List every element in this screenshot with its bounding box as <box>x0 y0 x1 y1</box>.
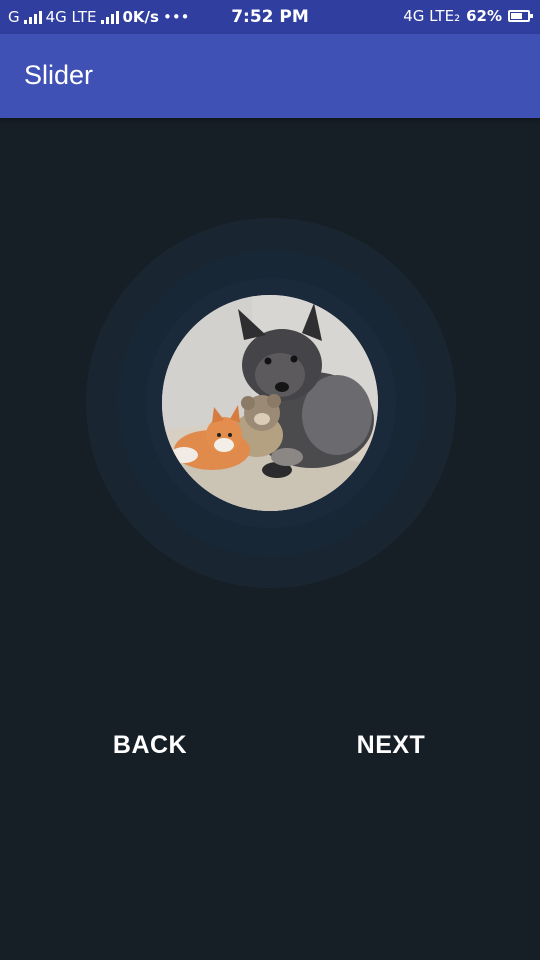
battery-icon <box>508 10 533 22</box>
page-title: Slider <box>24 60 94 90</box>
status-bar: G 4G LTE 0K/s ••• 7:52 PM 4G LTE₂ 62% <box>0 0 540 34</box>
network-label: 4G LTE₂ <box>403 7 461 25</box>
status-right: 4G LTE₂ 62% <box>403 7 533 25</box>
next-button[interactable]: NEXT <box>322 712 460 778</box>
dog-photo <box>162 295 378 511</box>
back-button[interactable]: BACK <box>80 712 220 778</box>
battery-percent: 62% <box>466 7 502 25</box>
dog-illustration <box>162 295 378 511</box>
app-toolbar: Slider <box>0 34 540 118</box>
